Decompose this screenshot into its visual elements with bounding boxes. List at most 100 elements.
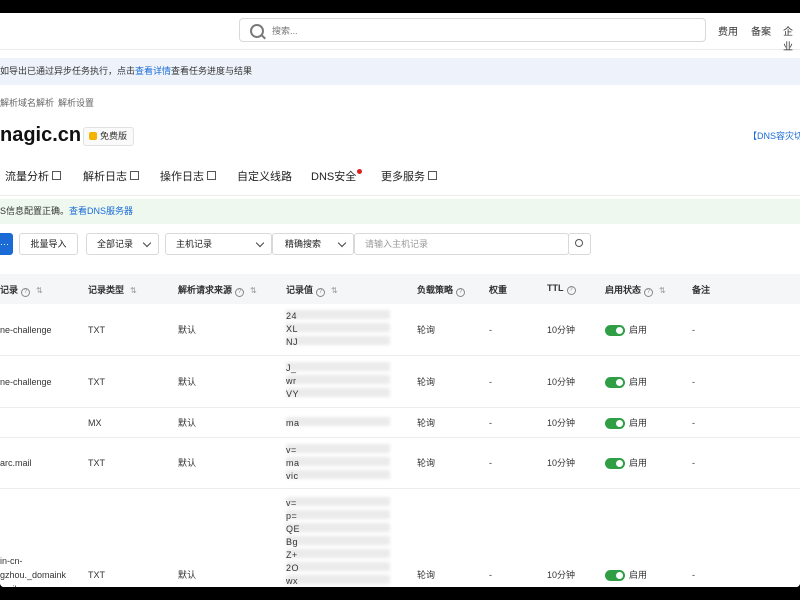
record-host: ne-challenge (0, 325, 52, 335)
record-remark: - (692, 377, 695, 387)
tab-dns-security[interactable]: DNS安全 (311, 168, 363, 184)
record-ttl: 10分钟 (547, 418, 576, 428)
tab-label: 操作日志 (160, 171, 204, 183)
search-icon (575, 239, 583, 247)
match-mode-select[interactable]: 精确搜索 (272, 233, 354, 255)
breadcrumb-separator: / (49, 96, 52, 106)
search-field-label: 主机记录 (176, 239, 213, 249)
record-type-filter[interactable]: 全部记录 (86, 233, 159, 255)
nav-filing[interactable]: 备案 (751, 23, 771, 38)
nav-fees[interactable]: 费用 (718, 23, 738, 38)
record-remark: - (692, 570, 695, 580)
sort-icon[interactable]: ⇅ (130, 286, 137, 295)
record-remark: - (692, 418, 695, 428)
tab-traffic-analysis[interactable]: 流量分析 (5, 168, 61, 184)
record-source: 默认 (178, 377, 197, 387)
external-link-icon (207, 171, 216, 180)
status-label: 启用 (629, 418, 648, 428)
record-host: arc.mail (0, 458, 32, 468)
help-icon: ? (644, 288, 654, 297)
tab-label: 自定义线路 (237, 171, 292, 183)
tab-operation-logs[interactable]: 操作日志 (160, 168, 216, 184)
col-source[interactable]: 解析请求来源? ⇅ (178, 283, 257, 297)
record-remark: - (692, 325, 695, 335)
app-window: 费用 备案 企业 如导出已通过异步任务执行，点击查看详情查看任务进度与结果 解析… (0, 13, 800, 587)
redacted-value-mask (286, 310, 390, 349)
top-bar: 费用 备案 企业 (0, 13, 800, 53)
dns-failover-link[interactable]: 【DNS容灾切 (748, 129, 800, 142)
record-type: TXT (88, 325, 105, 335)
tab-custom-lines[interactable]: 自定义线路 (237, 168, 292, 184)
col-value[interactable]: 记录值? ⇅ (286, 283, 338, 297)
table-header: 记录? ⇅ 记录类型 ⇅ 解析请求来源? ⇅ 记录值? ⇅ 负载策略? 权重 TTL? … (0, 274, 800, 304)
col-remark: 备注 (692, 285, 711, 295)
record-remark: - (692, 458, 695, 468)
status-toggle[interactable] (605, 458, 625, 469)
record-value-line: VY (286, 389, 300, 399)
table-row[interactable]: arc.mail TXT 默认 v= ma vic 轮询 - 10分钟 启用 - (0, 438, 800, 489)
tab-label: 解析日志 (83, 171, 127, 183)
col-record[interactable]: 记录? ⇅ (0, 283, 43, 297)
search-submit-button[interactable] (568, 233, 591, 255)
record-ttl: 10分钟 (547, 458, 576, 468)
record-type: TXT (88, 570, 105, 580)
col-type[interactable]: 记录类型 ⇅ (88, 283, 137, 296)
plan-label: 免费版 (100, 131, 128, 141)
table-row[interactable]: MX 默认 ma 轮询 - 10分钟 启用 - (0, 408, 800, 438)
table-row[interactable]: in-cn-gzhou._domainkmail TXT 默认 v= p= QE Bg Z+ 2… (0, 489, 800, 587)
help-icon: ? (235, 288, 245, 297)
notice-details-link[interactable]: 查看详情 (135, 66, 171, 76)
add-record-button[interactable]: ··· (0, 233, 13, 255)
external-link-icon (52, 171, 61, 180)
tab-label: 更多服务 (381, 171, 425, 183)
table-row[interactable]: ne-challenge TXT 默认 24 XL NJ 轮询 - 10分钟 启用 - (0, 304, 800, 356)
nav-enterprise[interactable]: 企业 (783, 23, 800, 53)
record-value-line: QE (286, 524, 301, 534)
sort-icon[interactable]: ⇅ (36, 286, 43, 295)
record-value-line: v= (286, 498, 297, 508)
redacted-value-mask (286, 362, 390, 401)
record-value-line: vic (286, 471, 299, 481)
status-toggle[interactable] (605, 325, 625, 336)
search-input[interactable] (270, 22, 694, 40)
bulk-import-button[interactable]: 批量导入 (19, 233, 78, 255)
record-value-line: ma (286, 418, 300, 428)
record-strategy: 轮询 (417, 418, 436, 428)
col-weight: 权重 (489, 285, 508, 295)
record-value-line: XL (286, 324, 299, 334)
record-value-line: p= (286, 511, 298, 521)
record-strategy: 轮询 (417, 570, 436, 580)
redacted-value-mask (286, 417, 390, 430)
dns-status-text: S信息配置正确。 (0, 206, 70, 216)
host-record-input[interactable]: 请输入主机记录 (354, 233, 569, 255)
breadcrumb-dns[interactable]: 解析域名解析 (0, 96, 54, 109)
sort-icon[interactable]: ⇅ (659, 286, 666, 295)
record-value-line: v= (286, 445, 297, 455)
sort-icon[interactable]: ⇅ (331, 286, 338, 295)
sort-icon[interactable]: ⇅ (250, 286, 257, 295)
search-field-select[interactable]: 主机记录 (165, 233, 272, 255)
table-row[interactable]: ne-challenge TXT 默认 J_ wr VY 轮询 - 10分钟 启用 - (0, 356, 800, 408)
match-mode-label: 精确搜索 (285, 239, 322, 249)
tab-resolve-logs[interactable]: 解析日志 (83, 168, 139, 184)
record-strategy: 轮询 (417, 458, 436, 468)
notification-dot (357, 169, 363, 174)
tab-more-services[interactable]: 更多服务 (381, 168, 437, 184)
record-weight: - (489, 377, 492, 387)
global-search[interactable] (239, 18, 706, 42)
chevron-down-icon (337, 238, 347, 248)
record-host: ne-challenge (0, 377, 52, 387)
redacted-value-mask (286, 497, 390, 587)
help-icon: ? (21, 288, 31, 297)
help-icon: ? (456, 288, 466, 297)
record-value-line: ma (286, 458, 300, 468)
status-toggle[interactable] (605, 570, 625, 581)
status-label: 启用 (629, 458, 648, 468)
record-source: 默认 (178, 325, 197, 335)
status-toggle[interactable] (605, 418, 625, 429)
view-dns-servers-link[interactable]: 查看DNS服务器 (69, 206, 133, 216)
status-toggle[interactable] (605, 377, 625, 388)
record-host: mail (0, 583, 17, 587)
record-strategy: 轮询 (417, 377, 436, 387)
record-value-line: 24 (286, 311, 298, 321)
